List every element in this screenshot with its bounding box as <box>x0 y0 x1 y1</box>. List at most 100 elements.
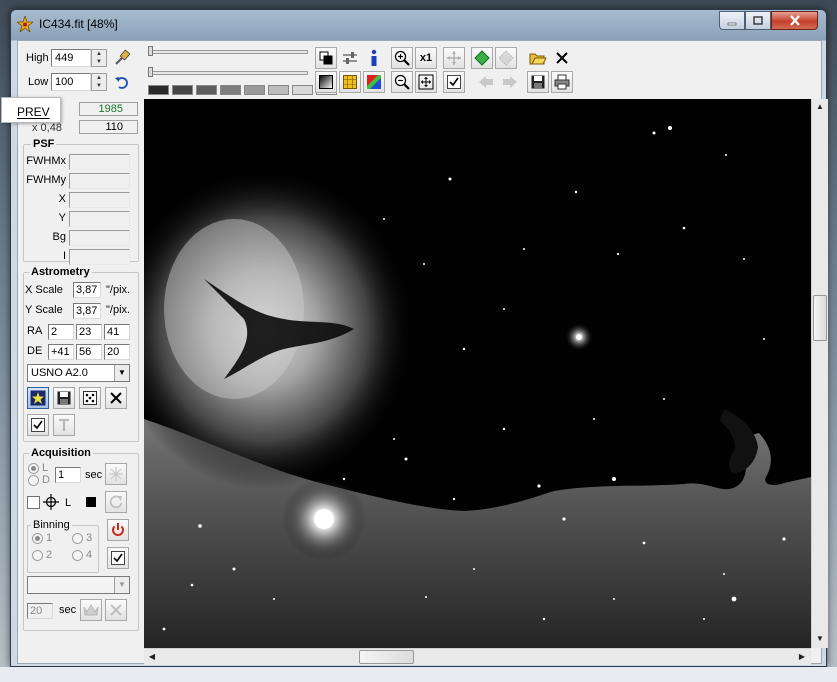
close-window-button[interactable] <box>771 11 818 30</box>
undo-button[interactable] <box>111 71 133 93</box>
low-slider[interactable] <box>148 71 308 75</box>
binning-radio-2[interactable]: 2 <box>32 549 52 561</box>
acquire-frame-button[interactable] <box>105 463 127 485</box>
horizontal-scrollbar[interactable]: ◀ ▶ <box>144 648 811 665</box>
repeat-button[interactable] <box>105 491 127 513</box>
save-button[interactable] <box>527 71 549 93</box>
binning-radio-1[interactable]: 1 <box>32 532 52 544</box>
grid-button[interactable] <box>339 71 361 93</box>
horizontal-scroll-thumb[interactable] <box>359 650 414 664</box>
star-point <box>682 226 686 230</box>
print-button[interactable] <box>551 71 573 93</box>
maximize-button[interactable] <box>745 11 771 30</box>
lut-swatch[interactable] <box>292 85 313 95</box>
astrometry-target-button[interactable] <box>79 387 101 409</box>
scroll-right-icon[interactable]: ▶ <box>794 649 810 665</box>
lut-swatch[interactable] <box>244 85 265 95</box>
de-seconds-input[interactable]: 20 <box>104 344 130 360</box>
zoom-1x-button[interactable]: x1 <box>415 47 437 69</box>
binning-radio-4[interactable]: 4 <box>72 549 92 561</box>
next-button[interactable] <box>499 71 521 93</box>
astrometry-check-button[interactable] <box>27 414 49 436</box>
camera-select[interactable]: ▼ <box>27 576 130 594</box>
radio-dark[interactable]: D <box>28 474 50 486</box>
palette-button[interactable] <box>363 71 385 93</box>
star-point <box>542 617 546 621</box>
lut-swatch[interactable] <box>268 85 289 95</box>
l-button-label[interactable]: L <box>65 497 71 509</box>
cancel-acquisition-button[interactable] <box>105 599 127 621</box>
acquisition-check-button[interactable] <box>107 547 129 569</box>
adjust-button[interactable] <box>339 47 361 69</box>
vertical-scroll-thumb[interactable] <box>813 295 827 341</box>
astrometry-solve-button[interactable] <box>27 387 49 409</box>
star-point <box>703 618 705 620</box>
check-button[interactable] <box>443 71 465 93</box>
low-spinner[interactable]: ▲ ▼ <box>91 73 107 91</box>
zoom-in-button[interactable] <box>391 47 413 69</box>
vertical-scrollbar[interactable]: ▲ ▼ <box>811 99 828 648</box>
catalog-select[interactable]: USNO A2.0 ▼ <box>27 364 130 382</box>
zoom-out-button[interactable] <box>391 71 413 93</box>
psf-label-bg: Bg <box>52 231 66 243</box>
high-slider[interactable] <box>148 50 308 54</box>
star-point <box>393 438 395 440</box>
crosshair-star-icon <box>109 467 123 481</box>
interval-input[interactable]: 20 <box>27 603 53 619</box>
brush-button[interactable] <box>111 47 133 69</box>
lut-swatch[interactable] <box>172 85 193 95</box>
high-slider-thumb[interactable] <box>148 46 153 56</box>
title-bar[interactable]: IC434.fit [48%] <box>11 10 826 40</box>
low-input[interactable]: 100 <box>51 73 91 91</box>
grid-icon <box>343 75 357 89</box>
scroll-up-icon[interactable]: ▲ <box>812 99 828 115</box>
copy-button[interactable] <box>315 47 337 69</box>
camera-power-button[interactable] <box>107 519 129 541</box>
binning-1-label: 1 <box>46 532 53 544</box>
binning-radio-3[interactable]: 3 <box>72 532 92 544</box>
dotted-shape-button[interactable] <box>495 47 517 69</box>
de-minutes-input[interactable]: 56 <box>76 344 102 360</box>
lut-swatch[interactable] <box>148 85 169 95</box>
astrometry-save-button[interactable] <box>53 387 75 409</box>
shape-button[interactable] <box>471 47 493 69</box>
low-slider-thumb[interactable] <box>148 67 153 77</box>
crosshair-checkbox[interactable] <box>27 496 40 509</box>
minimize-button[interactable] <box>719 11 745 30</box>
ra-minutes-input[interactable]: 23 <box>76 324 102 340</box>
lut-swatch[interactable] <box>196 85 217 95</box>
radio-dot-bin2 <box>32 549 43 561</box>
exposure-input[interactable]: 1 <box>55 467 81 483</box>
psf-value-y <box>69 211 130 227</box>
radio-light[interactable]: L <box>28 462 48 474</box>
move-button[interactable] <box>443 47 465 69</box>
prev-popup-button[interactable]: PREV <box>1 97 61 123</box>
xscale-input[interactable]: 3,87 <box>73 282 101 298</box>
high-input[interactable]: 449 <box>51 49 91 67</box>
previous-button[interactable] <box>475 71 497 93</box>
psf-label-fwhmx: FWHMx <box>26 155 66 167</box>
scroll-down-icon[interactable]: ▼ <box>812 631 828 647</box>
close-image-button[interactable] <box>551 47 573 69</box>
interval-unit: sec <box>59 604 77 616</box>
crown-button[interactable] <box>80 599 102 621</box>
de-degrees-input[interactable]: +41 <box>48 344 74 360</box>
yscale-input[interactable]: 3,87 <box>73 303 101 319</box>
info-button[interactable] <box>363 47 385 69</box>
gradient-button[interactable] <box>315 71 337 93</box>
stop-button[interactable] <box>80 491 102 513</box>
high-spinner[interactable]: ▲ ▼ <box>91 49 107 67</box>
arrow-left-icon <box>479 76 493 88</box>
binning-3-label: 3 <box>86 532 93 544</box>
ra-hours-input[interactable]: 2 <box>48 324 74 340</box>
lut-swatch[interactable] <box>220 85 241 95</box>
open-button[interactable] <box>527 47 549 69</box>
scroll-left-icon[interactable]: ◀ <box>144 649 160 665</box>
image-view[interactable] <box>144 99 811 648</box>
text-button[interactable] <box>53 414 75 436</box>
save-icon <box>57 391 71 405</box>
astrometry-clear-button[interactable] <box>105 387 127 409</box>
fit-button[interactable] <box>415 71 437 93</box>
ra-seconds-input[interactable]: 41 <box>104 324 130 340</box>
star-point <box>743 258 745 260</box>
